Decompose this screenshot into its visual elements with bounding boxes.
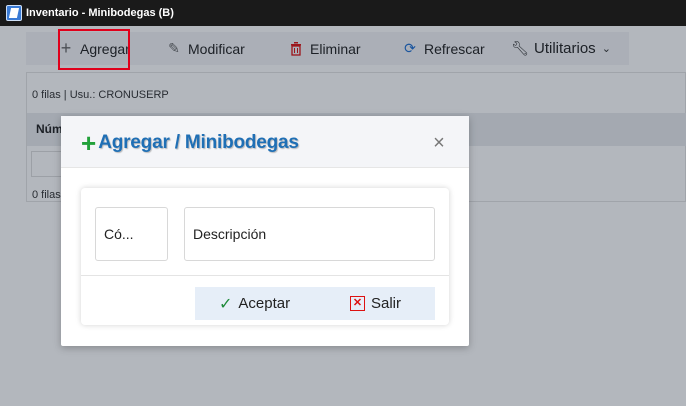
dialog-title-text: Agregar / Minibodegas xyxy=(98,132,299,153)
accept-button-label: Aceptar xyxy=(238,295,291,312)
exit-button[interactable]: ✕ Salir xyxy=(350,287,401,320)
window-titlebar: Inventario - Minibodegas (B) xyxy=(0,0,686,26)
code-field-placeholder: Có... xyxy=(104,226,134,242)
check-icon: ✓ xyxy=(219,295,233,313)
plus-icon: + xyxy=(81,128,97,158)
dialog-title: + Agregar / Minibodegas xyxy=(81,128,299,158)
close-box-icon: ✕ xyxy=(350,296,365,311)
divider xyxy=(81,275,449,276)
dialog-actions: ✓ Aceptar ✕ Salir xyxy=(195,287,435,320)
exit-button-label: Salir xyxy=(371,295,402,312)
app-icon xyxy=(6,5,22,21)
close-icon[interactable]: × xyxy=(431,133,447,153)
form-card: Có... Descripción ✓ Aceptar ✕ Salir xyxy=(81,188,449,325)
description-field[interactable]: Descripción xyxy=(184,207,435,261)
window-title: Inventario - Minibodegas (B) xyxy=(26,7,174,19)
description-field-placeholder: Descripción xyxy=(193,226,267,242)
add-dialog: + Agregar / Minibodegas × Có... Descripc… xyxy=(61,116,469,346)
accept-button[interactable]: ✓ Aceptar xyxy=(219,287,290,320)
code-field[interactable]: Có... xyxy=(95,207,168,261)
dialog-header: + Agregar / Minibodegas × xyxy=(61,116,469,168)
